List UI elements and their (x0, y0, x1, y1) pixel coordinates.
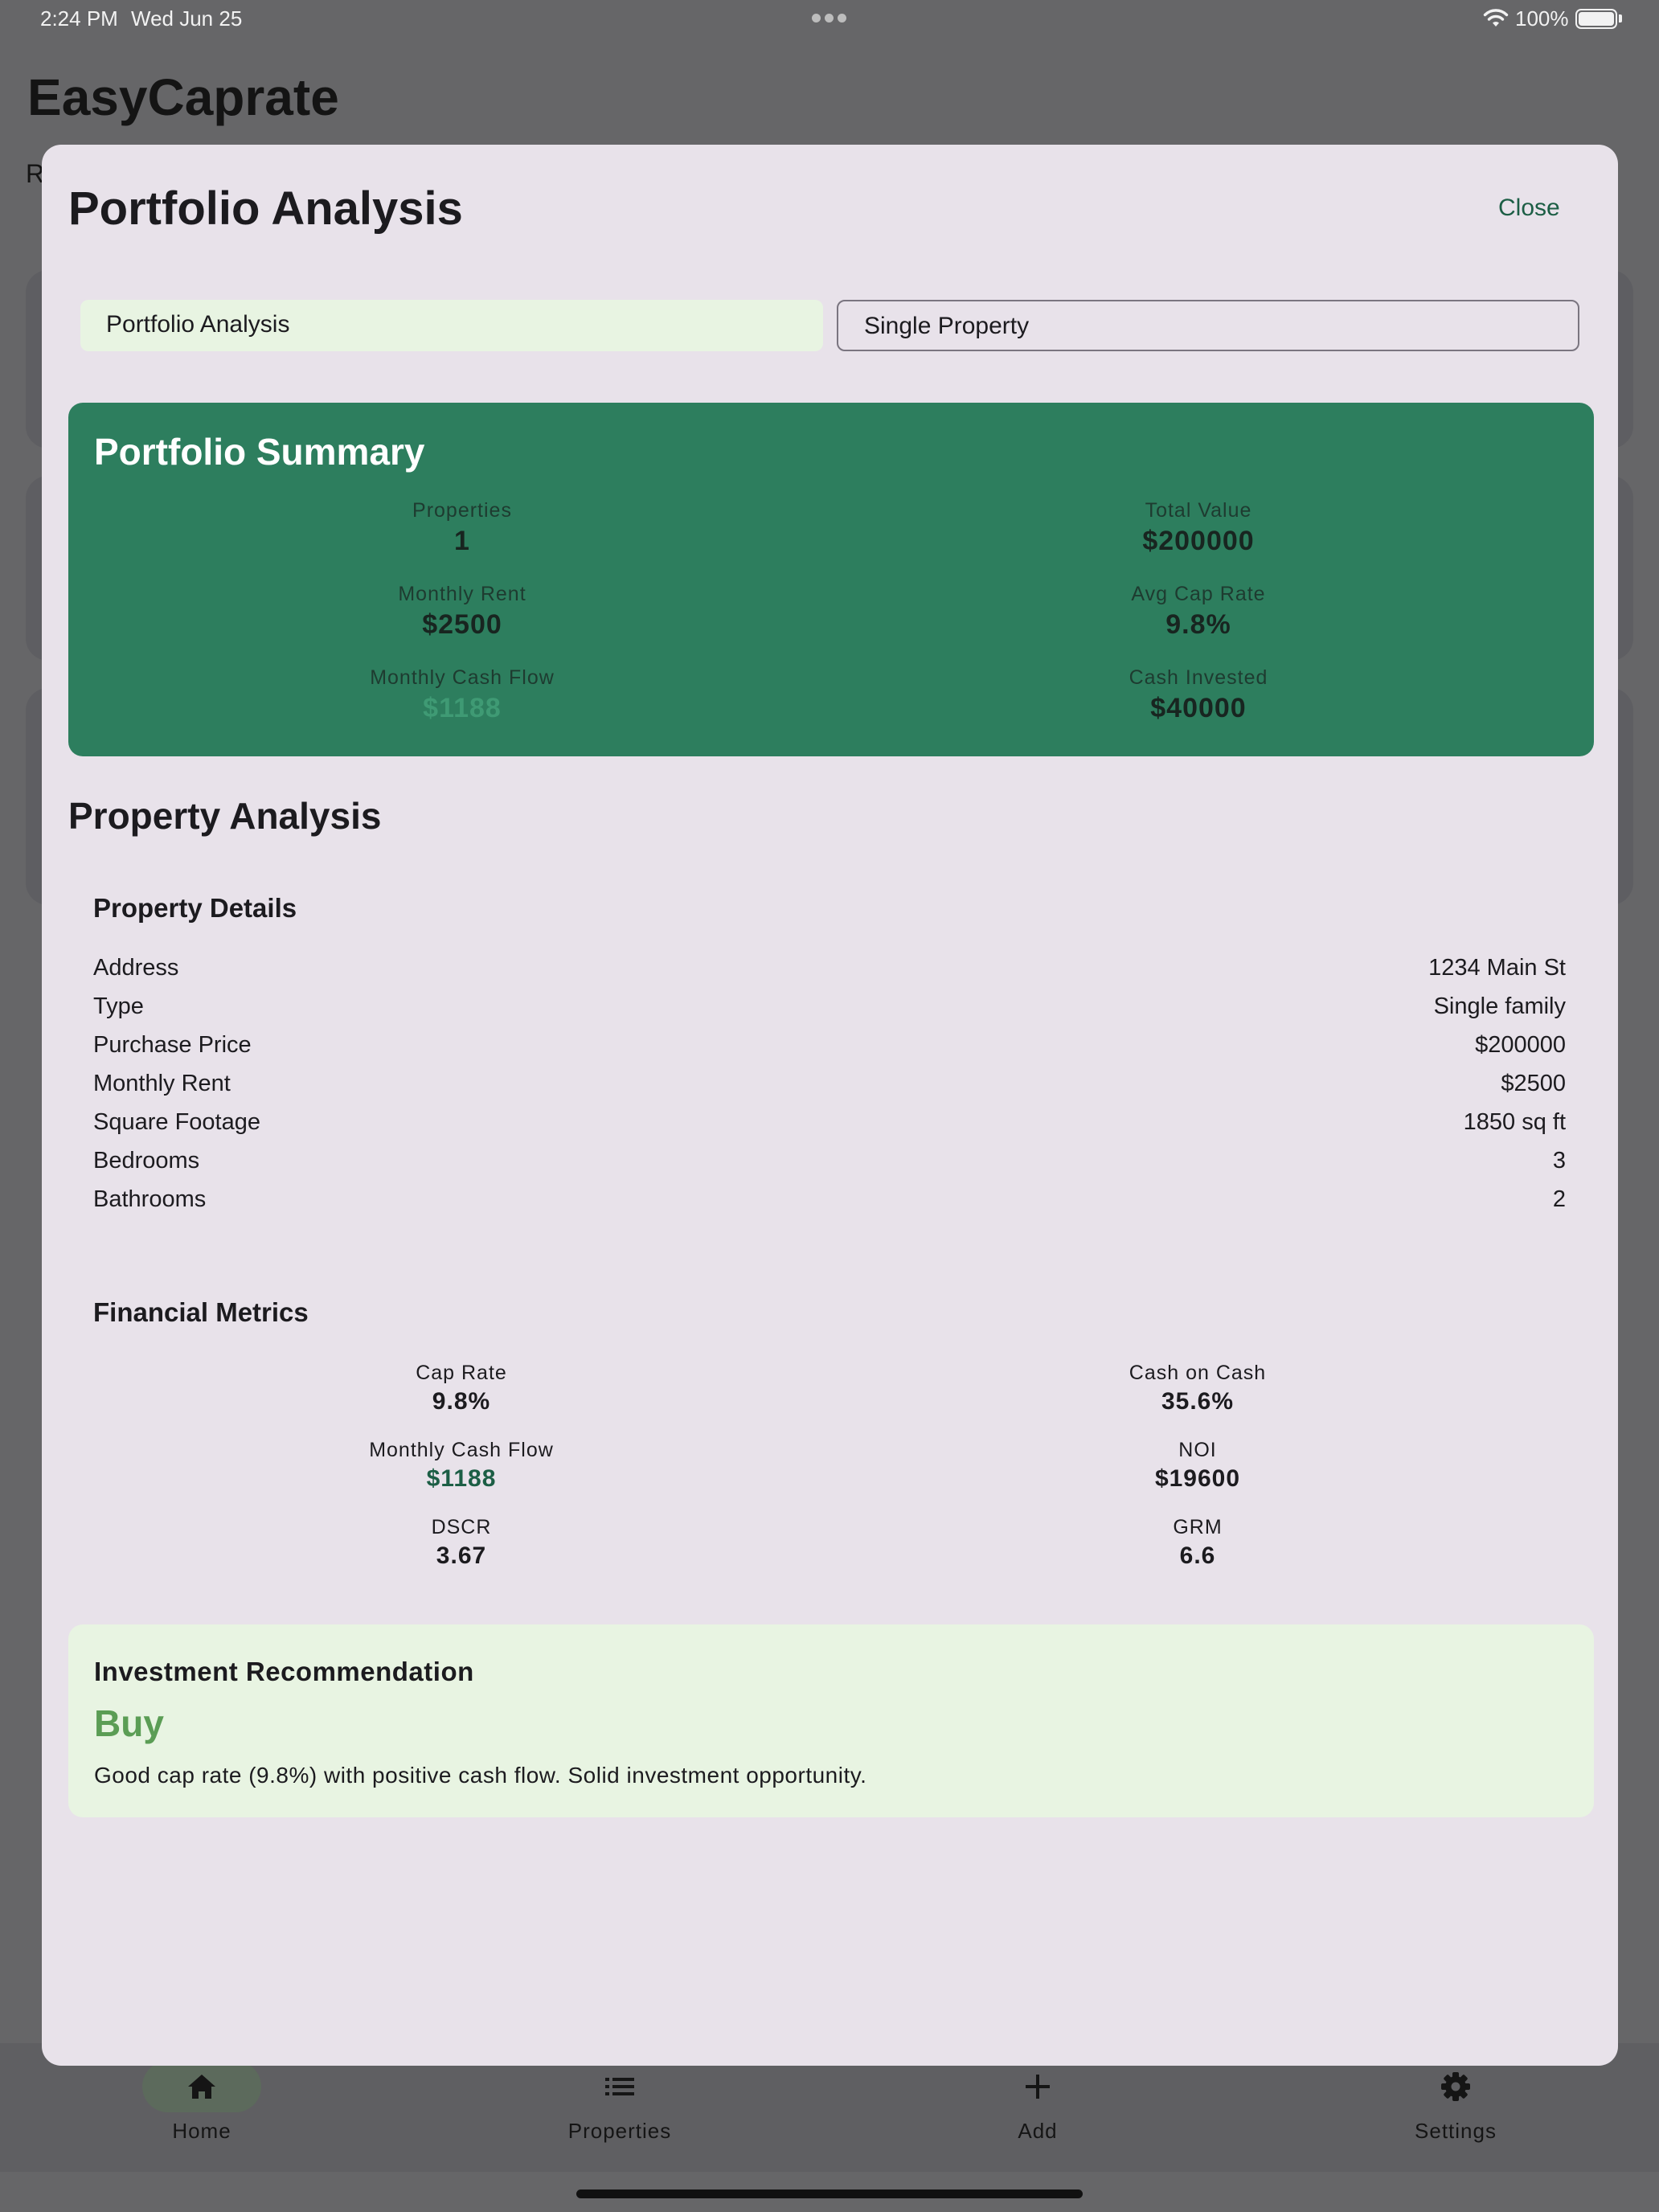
summary-metric-monthly-cash-flow: Monthly Cash Flow $1188 (261, 666, 663, 724)
detail-value: 1850 sq ft (1463, 1109, 1566, 1135)
metric-label: Properties (412, 499, 512, 522)
status-bar: 2:24 PM Wed Jun 25 100% (0, 0, 1659, 39)
nav-label-properties: Properties (567, 2119, 672, 2143)
metric-value: 35.6% (1161, 1388, 1235, 1415)
detail-row-monthly-rent: Monthly Rent $2500 (93, 1071, 1566, 1103)
close-button[interactable]: Close (1498, 195, 1560, 222)
summary-metric-monthly-rent: Monthly Rent $2500 (261, 583, 663, 641)
detail-label: Bedrooms (93, 1148, 200, 1174)
battery-percentage: 100% (1515, 6, 1569, 31)
metric-value: 9.8% (432, 1388, 491, 1415)
summary-metric-total-value: Total Value $200000 (997, 499, 1399, 557)
metric-label: DSCR (431, 1516, 492, 1538)
detail-row-purchase-price: Purchase Price $200000 (93, 1032, 1566, 1064)
status-date: Wed Jun 25 (131, 6, 243, 31)
metric-value: 6.6 (1179, 1542, 1216, 1569)
gear-icon (1441, 2072, 1470, 2101)
detail-row-bathrooms: Bathrooms 2 (93, 1186, 1566, 1219)
metric-value: $40000 (1150, 693, 1247, 723)
metric-value: 3.67 (436, 1542, 487, 1569)
financial-metric-noi: NOI $19600 (997, 1439, 1399, 1493)
financial-metric-cash-on-cash: Cash on Cash 35.6% (997, 1362, 1399, 1415)
multitasking-dots-icon[interactable] (812, 14, 847, 23)
investment-recommendation-card: Investment Recommendation Buy Good cap r… (68, 1624, 1594, 1817)
metric-label: Monthly Rent (398, 583, 526, 605)
metric-value: $1188 (426, 1465, 497, 1492)
detail-row-square-footage: Square Footage 1850 sq ft (93, 1109, 1566, 1141)
financial-metric-dscr: DSCR 3.67 (260, 1516, 662, 1570)
detail-value: $2500 (1501, 1071, 1566, 1096)
battery-tip (1619, 14, 1622, 23)
financial-metric-grm: GRM 6.6 (997, 1516, 1399, 1570)
detail-label: Type (93, 993, 144, 1019)
detail-label: Monthly Rent (93, 1071, 231, 1096)
metric-label: Cash on Cash (1129, 1362, 1267, 1384)
metric-value: $1188 (423, 693, 502, 723)
detail-row-address: Address 1234 Main St (93, 955, 1566, 987)
nav-label-settings: Settings (1415, 2119, 1497, 2143)
metric-label: Cap Rate (416, 1362, 507, 1384)
home-indicator[interactable] (576, 2189, 1083, 2198)
detail-row-type: Type Single family (93, 993, 1566, 1026)
financial-metrics-title: Financial Metrics (93, 1297, 309, 1327)
summary-metric-cash-invested: Cash Invested $40000 (997, 666, 1399, 724)
summary-metric-avg-cap-rate: Avg Cap Rate 9.8% (997, 583, 1399, 641)
home-icon (188, 2075, 215, 2099)
metric-label: NOI (1178, 1439, 1217, 1461)
detail-value: 3 (1552, 1148, 1566, 1174)
sheet-title: Portfolio Analysis (68, 182, 463, 235)
recommendation-title: Investment Recommendation (94, 1657, 474, 1686)
detail-value: $200000 (1475, 1032, 1566, 1058)
metric-value: $19600 (1154, 1465, 1241, 1492)
list-icon (605, 2078, 634, 2095)
segment-portfolio-analysis[interactable]: Portfolio Analysis (80, 300, 823, 351)
wifi-icon (1483, 9, 1509, 27)
detail-label: Purchase Price (93, 1032, 252, 1058)
detail-label: Bathrooms (93, 1186, 207, 1212)
battery-icon (1575, 9, 1617, 29)
metric-label: Total Value (1145, 499, 1252, 522)
portfolio-summary-card: Portfolio Summary Properties 1 Total Val… (68, 403, 1594, 756)
metric-value: $2500 (422, 609, 502, 640)
metric-label: Monthly Cash Flow (369, 1439, 554, 1461)
segment-single-property[interactable]: Single Property (837, 300, 1579, 351)
metric-label: Avg Cap Rate (1131, 583, 1266, 605)
financial-metric-monthly-cash-flow: Monthly Cash Flow $1188 (260, 1439, 662, 1493)
financial-metric-cap-rate: Cap Rate 9.8% (260, 1362, 662, 1415)
plus-icon (1026, 2075, 1050, 2099)
metric-label: Cash Invested (1129, 666, 1268, 689)
detail-value: 1234 Main St (1428, 955, 1566, 981)
metric-label: GRM (1173, 1516, 1223, 1538)
nav-label-home: Home (172, 2119, 231, 2143)
detail-label: Square Footage (93, 1109, 260, 1135)
metric-value: $200000 (1142, 526, 1255, 556)
summary-metric-properties: Properties 1 (261, 499, 663, 557)
recommendation-text: Good cap rate (9.8%) with positive cash … (94, 1763, 867, 1788)
detail-label: Address (93, 955, 179, 981)
metric-value: 9.8% (1165, 609, 1231, 640)
app-title: EasyCaprate (27, 68, 339, 126)
detail-value: Single family (1433, 993, 1566, 1019)
recommendation-verdict: Buy (94, 1702, 164, 1744)
property-analysis-title: Property Analysis (68, 795, 382, 837)
property-details-title: Property Details (93, 893, 297, 923)
summary-title: Portfolio Summary (94, 431, 425, 473)
detail-value: 2 (1552, 1186, 1566, 1212)
status-time: 2:24 PM (40, 6, 118, 31)
metric-value: 1 (454, 526, 470, 556)
nav-label-add: Add (1018, 2119, 1058, 2143)
portfolio-analysis-sheet: Portfolio Analysis Close Portfolio Analy… (42, 145, 1618, 2066)
detail-row-bedrooms: Bedrooms 3 (93, 1148, 1566, 1180)
metric-label: Monthly Cash Flow (370, 666, 555, 689)
